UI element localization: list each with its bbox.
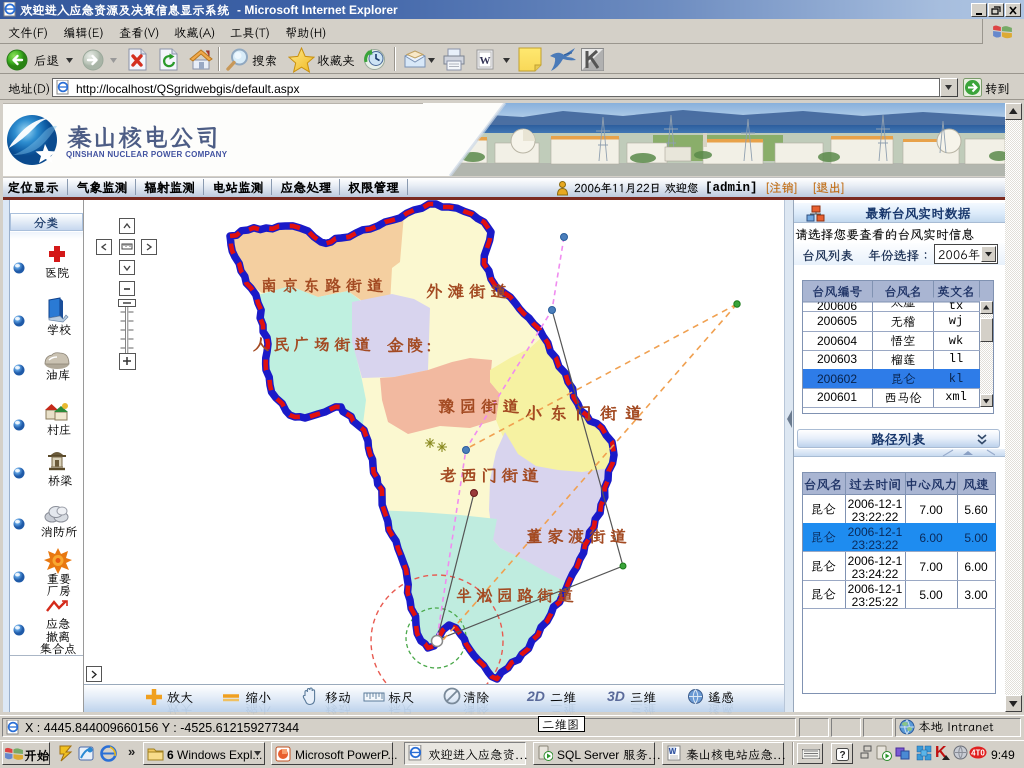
svg-text:W: W: [480, 55, 491, 67]
svg-text:4T0: 4T0: [971, 749, 985, 758]
svg-text:?: ?: [839, 750, 845, 761]
svg-text:W: W: [669, 747, 677, 756]
